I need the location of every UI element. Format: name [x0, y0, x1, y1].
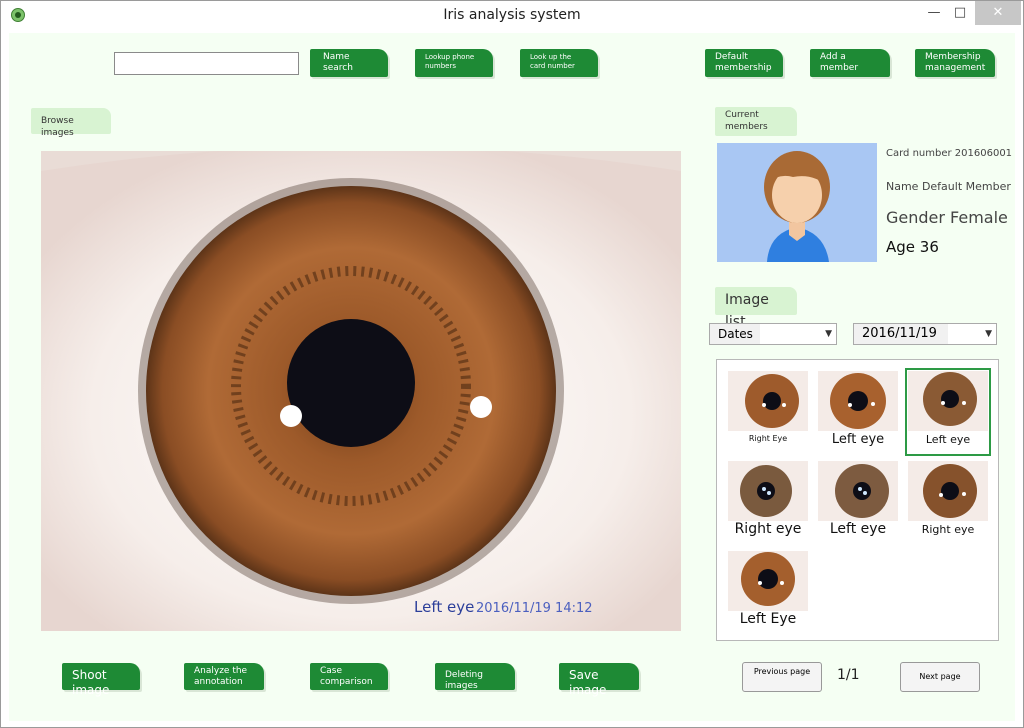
page-indicator: 1/1	[837, 667, 860, 683]
iris-thumbnail	[740, 465, 792, 517]
iris-thumbnail	[830, 373, 886, 429]
thumbnail-label: Left eye	[925, 433, 971, 446]
lookup-phone-button[interactable]: Lookup phone numbers	[415, 49, 493, 77]
member-name: Name Default Member	[886, 180, 1011, 193]
next-page-button[interactable]: Next page	[900, 662, 980, 692]
window-title: Iris analysis system	[443, 7, 581, 23]
chevron-down-icon: ▼	[985, 329, 992, 339]
app-window: Iris analysis system — □ ✕ Name search L…	[0, 0, 1024, 728]
browse-images-label: Browse images	[31, 108, 111, 138]
previous-page-button[interactable]: Previous page	[742, 662, 822, 692]
minimize-button[interactable]: —	[921, 1, 947, 25]
analyze-annotation-button[interactable]: Analyze the annotation	[184, 663, 264, 690]
thumbnail-3-selected[interactable]: Left eye	[905, 368, 991, 456]
close-button[interactable]: ✕	[975, 1, 1021, 25]
iris-thumbnail	[745, 374, 799, 428]
filter-date-select[interactable]: 2016/11/19 ▼	[853, 323, 997, 345]
thumbnail-label: Right eye	[734, 521, 802, 537]
filter-type-select[interactable]: Dates ▼	[709, 323, 837, 345]
image-eye-caption: Left eye	[414, 598, 475, 616]
image-date-caption: 2016/11/19 14:12	[476, 601, 593, 616]
thumbnail-4[interactable]: Right eye	[727, 460, 809, 544]
maximize-button[interactable]: □	[947, 1, 973, 25]
thumbnail-1[interactable]: Right Eye	[727, 370, 809, 454]
thumbnail-label: Left Eye	[739, 611, 797, 627]
thumbnail-label: Left eye	[829, 521, 887, 537]
iris-image-viewer[interactable]: Left eye 2016/11/19 14:12	[41, 151, 681, 631]
member-card-number: Card number 201606001	[886, 148, 1013, 159]
member-age: Age 36	[886, 238, 939, 256]
thumbnail-7[interactable]: Left Eye	[727, 550, 809, 634]
thumbnail-grid: Right Eye Left eye Left eye Right eye Le…	[716, 359, 999, 641]
thumbnail-label: Right eye	[921, 523, 975, 536]
member-avatar	[717, 143, 877, 262]
case-comparison-button[interactable]: Case comparison	[310, 663, 388, 690]
thumbnail-6[interactable]: Right eye	[907, 460, 989, 544]
iris-thumbnail	[741, 552, 795, 606]
iris-thumbnail	[923, 372, 977, 426]
image-list-label: Image list	[715, 287, 797, 330]
thumbnail-label: Right Eye	[748, 434, 788, 443]
title-bar: Iris analysis system — □ ✕	[1, 1, 1023, 31]
name-search-button[interactable]: Name search	[310, 49, 388, 77]
chevron-down-icon: ▼	[825, 329, 832, 339]
main-panel: Name search Lookup phone numbers Look up…	[9, 33, 1015, 721]
iris-image	[41, 151, 681, 631]
membership-management-button[interactable]: Membership management	[915, 49, 995, 77]
lookup-card-button[interactable]: Look up the card number	[520, 49, 598, 77]
thumbnail-5[interactable]: Left eye	[817, 460, 899, 544]
iris-thumbnail	[923, 464, 977, 518]
delete-images-button[interactable]: Deleting images	[435, 663, 515, 691]
avatar-female-icon	[764, 151, 830, 262]
thumbnail-2[interactable]: Left eye	[817, 370, 899, 454]
current-members-label: Current members	[715, 107, 797, 136]
save-image-button[interactable]: Save image	[559, 663, 639, 697]
thumbnail-label: Left eye	[831, 432, 885, 447]
default-membership-button[interactable]: Default membership	[705, 49, 783, 77]
iris-thumbnail	[835, 464, 889, 518]
filter-type-value: Dates	[710, 324, 760, 344]
filter-date-value: 2016/11/19	[854, 324, 948, 344]
member-gender: Gender Female	[886, 208, 1008, 227]
shoot-image-button[interactable]: Shoot image	[62, 663, 140, 697]
search-input[interactable]	[114, 52, 299, 75]
add-member-button[interactable]: Add a member	[810, 49, 890, 77]
